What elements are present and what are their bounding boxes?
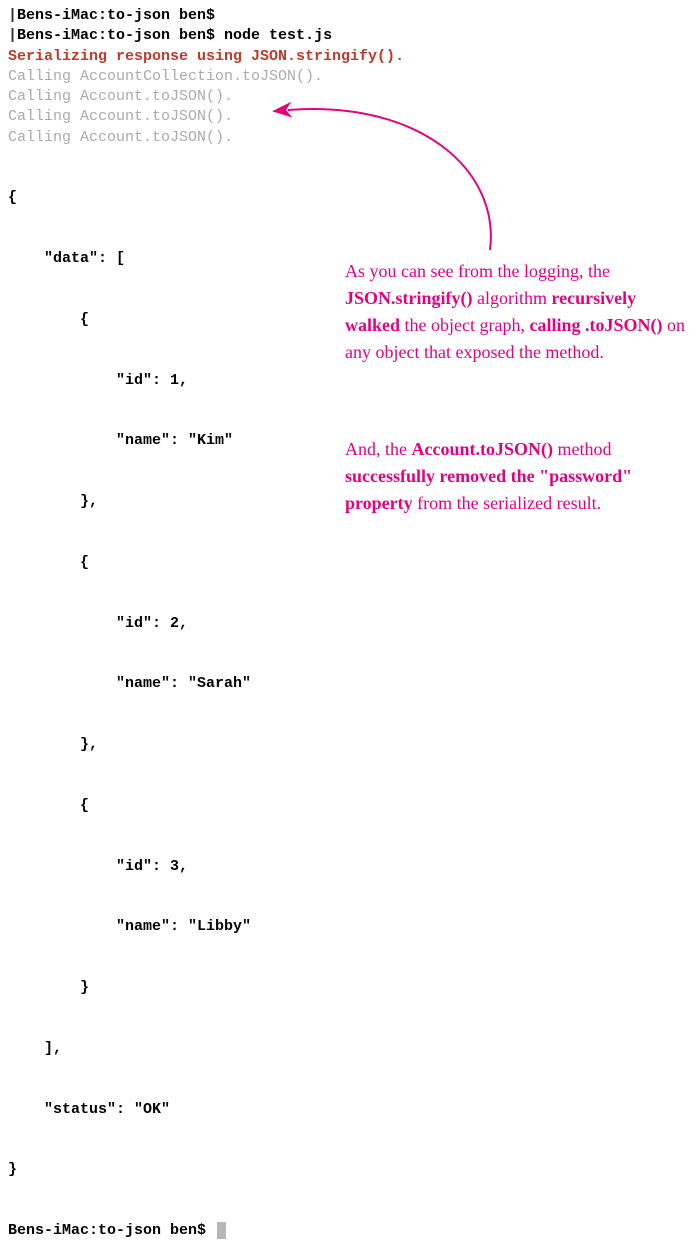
json-line: } <box>8 1160 692 1180</box>
json-line: "status": "OK" <box>8 1100 692 1120</box>
annotation-text: As you can see from the logging, the <box>345 261 610 281</box>
json-line: { <box>8 796 692 816</box>
annotation-paragraph-1: As you can see from the logging, the JSO… <box>345 258 685 366</box>
annotation-text: from the serialized result. <box>413 493 601 513</box>
json-line: "id": 1, <box>8 371 692 391</box>
json-line: { <box>8 188 692 208</box>
json-line: }, <box>8 735 692 755</box>
terminal-output: |Bens-iMac:to-json ben$ |Bens-iMac:to-js… <box>8 6 692 1241</box>
log-collection-tojson: Calling AccountCollection.toJSON(). <box>8 67 692 87</box>
annotation-text: And, the <box>345 439 412 459</box>
annotation-text: the object graph, <box>400 315 529 335</box>
json-line: { <box>8 553 692 573</box>
annotation-paragraph-2: And, the Account.toJSON() method success… <box>345 436 685 517</box>
annotation-accent: JSON.stringify() <box>345 288 473 308</box>
cursor-icon <box>217 1222 226 1239</box>
log-account-tojson: Calling Account.toJSON(). <box>8 107 692 127</box>
json-line: "id": 3, <box>8 857 692 877</box>
prompt-line-blank: |Bens-iMac:to-json ben$ <box>8 6 692 26</box>
prompt-line-command: |Bens-iMac:to-json ben$ node test.js <box>8 26 692 46</box>
annotation-text: algorithm <box>473 288 552 308</box>
log-account-tojson: Calling Account.toJSON(). <box>8 87 692 107</box>
json-line: ], <box>8 1039 692 1059</box>
log-serializing: Serializing response using JSON.stringif… <box>8 47 692 67</box>
log-account-tojson: Calling Account.toJSON(). <box>8 128 692 148</box>
prompt-line-final: Bens-iMac:to-json ben$ <box>8 1221 692 1241</box>
json-line: } <box>8 978 692 998</box>
json-line: "id": 2, <box>8 614 692 634</box>
json-line: "name": "Sarah" <box>8 674 692 694</box>
annotation-accent: Account.toJSON() <box>412 439 554 459</box>
annotation-text: method <box>553 439 612 459</box>
json-line: "name": "Libby" <box>8 917 692 937</box>
annotation-accent: calling .toJSON() <box>529 315 662 335</box>
